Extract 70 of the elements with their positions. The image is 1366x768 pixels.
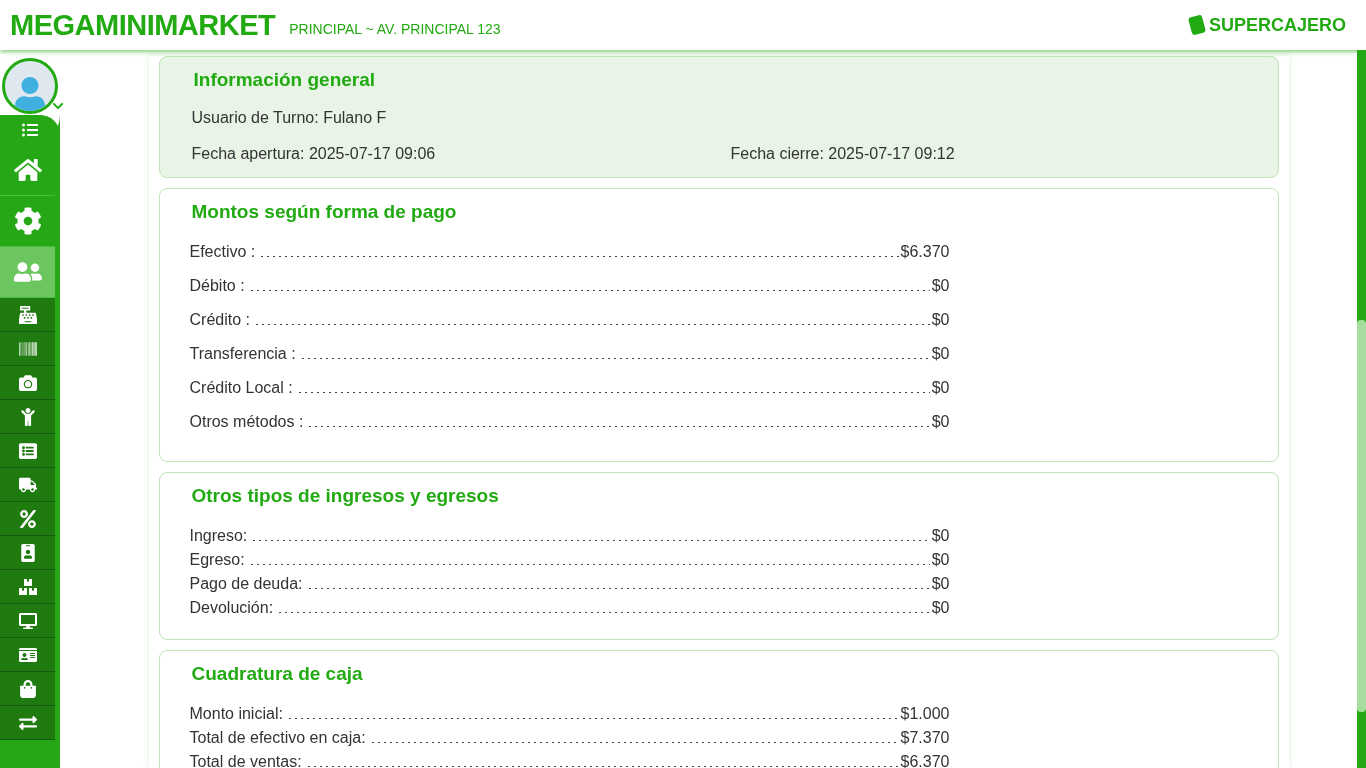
bag-icon [18,679,37,698]
arrows-icon [18,713,37,732]
scrollbar[interactable] [1357,50,1366,768]
amount-value: $6.370 [900,243,950,261]
opening-date: Fecha apertura: 2025-07-17 09:06 [191,145,437,163]
amount-label: Otros métodos : [189,413,304,431]
sidebar-item[interactable] [0,638,55,672]
amount-label: Crédito : [189,311,250,329]
branch-address: PRINCIPAL ~ AV. PRINCIPAL 123 [289,21,501,37]
closing-date: Fecha cierre: 2025-07-17 09:12 [730,145,956,163]
amount-value: $7.370 [900,729,950,747]
amount-label: Débito : [189,277,245,295]
truck-icon [18,475,37,494]
gear-icon [13,207,42,235]
sidebar-item[interactable] [0,332,55,366]
camera-icon [18,373,37,392]
sidebar-item[interactable] [0,706,55,740]
amount-label: Egreso: [189,551,245,569]
sidebar-item[interactable] [0,536,55,570]
amount-value: $0 [931,277,950,295]
section-title: Montos según forma de pago [191,201,458,223]
amount-value: $0 [931,575,950,593]
amount-value: $0 [931,379,950,397]
amount-value: $1.000 [900,705,950,723]
amount-label: Monto inicial: [189,705,283,723]
menu-button[interactable] [0,115,60,145]
amount-label: Total de ventas: [189,753,302,768]
amount-value: $0 [931,311,950,329]
barcode-icon [18,339,37,358]
amount-label: Crédito Local : [189,379,293,397]
menu-icon [22,122,38,138]
cash-register-icon [18,305,37,324]
section-title: Otros tipos de ingresos y egresos [191,485,500,507]
sidebar-item[interactable] [0,502,55,536]
shift-user: Usuario de Turno: Fulano F [191,109,388,127]
amount-label: Ingreso: [189,527,248,545]
boxes-icon [18,577,37,596]
chevron-icon[interactable] [52,100,64,112]
monitor-icon [18,611,37,630]
amount-value: $0 [931,413,950,431]
amount-value: $0 [931,527,950,545]
badge-icon [18,543,37,562]
amount-label: Pago de deuda: [189,575,303,593]
store-name: MEGAMINIMARKET [10,8,276,42]
section-title: Información general [193,69,377,91]
home-icon [13,156,42,184]
amount-value: $0 [931,599,950,617]
tag-logo-icon [1186,14,1207,36]
amount-label: Devolución: [189,599,274,617]
scrollbar-thumb[interactable] [1357,320,1366,712]
id-card-icon [18,645,37,664]
sidebar-item[interactable] [0,468,55,502]
amount-value: $0 [931,551,950,569]
sidebar-item[interactable] [0,400,55,434]
sidebar-item[interactable] [0,366,55,400]
section-title: Cuadratura de caja [191,663,364,685]
amount-label: Efectivo : [189,243,256,261]
amount-value: $6.370 [900,753,950,768]
amount-label: Total de efectivo en caja: [189,729,366,747]
sidebar-item[interactable] [0,434,55,468]
sidebar-item[interactable] [0,570,55,604]
logo-text: SUPERCAJERO [1208,14,1346,36]
list-icon [18,441,37,460]
sidebar-item[interactable] [0,672,55,706]
amount-value: $0 [931,345,950,363]
amount-label: Transferencia : [189,345,296,363]
percent-icon [18,509,37,528]
sidebar-item[interactable] [0,298,55,332]
avatar[interactable] [2,58,58,114]
sidebar-item[interactable] [0,604,55,638]
